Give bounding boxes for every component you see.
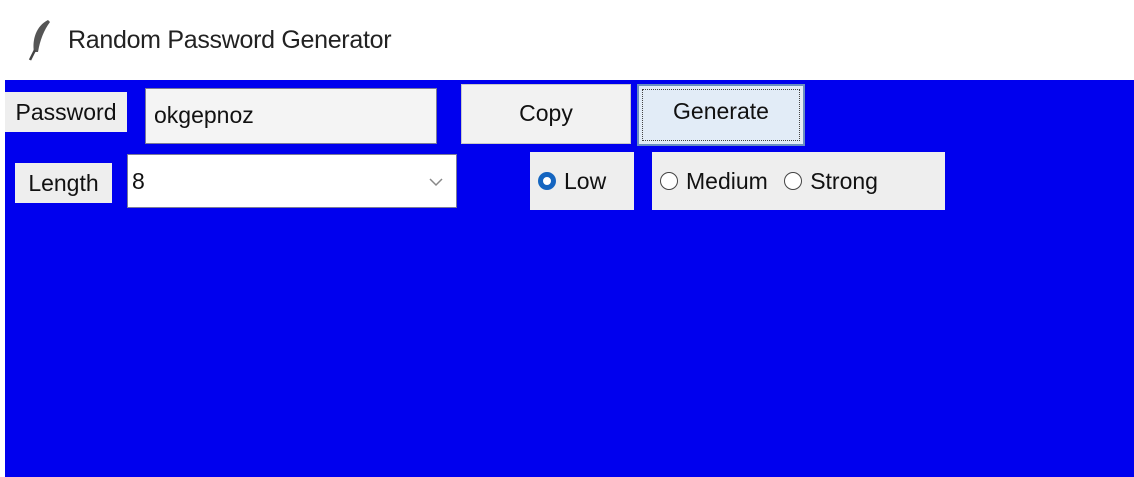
radio-unselected-icon: [660, 171, 678, 190]
length-dropdown-value: 8: [132, 168, 145, 194]
password-label: Password: [5, 92, 127, 132]
radio-low-label: Low: [564, 168, 607, 194]
title-bar: Random Password Generator: [0, 0, 1134, 80]
radio-medium[interactable]: Medium: [660, 152, 768, 210]
radio-medium-label: Medium: [686, 168, 768, 194]
radio-group-medium-strong: Medium Strong: [652, 152, 945, 210]
radio-selected-icon: [538, 171, 556, 190]
radio-strong[interactable]: Strong: [784, 152, 878, 210]
window-title: Random Password Generator: [68, 26, 392, 54]
generate-button[interactable]: Generate: [637, 84, 805, 146]
length-label: Length: [15, 163, 112, 203]
radio-strong-label: Strong: [810, 168, 878, 194]
main-panel: Password okgepnoz Copy Generate Length 8…: [5, 80, 1134, 477]
chevron-down-icon: [429, 178, 443, 187]
password-field[interactable]: okgepnoz: [145, 88, 437, 144]
app-window: Random Password Generator Password okgep…: [0, 0, 1134, 477]
copy-button[interactable]: Copy: [461, 84, 631, 144]
length-dropdown[interactable]: 8: [127, 154, 457, 208]
generate-button-label: Generate: [673, 98, 769, 124]
radio-low[interactable]: Low: [530, 152, 634, 210]
radio-unselected-icon: [784, 171, 803, 190]
feather-icon: [28, 20, 50, 61]
